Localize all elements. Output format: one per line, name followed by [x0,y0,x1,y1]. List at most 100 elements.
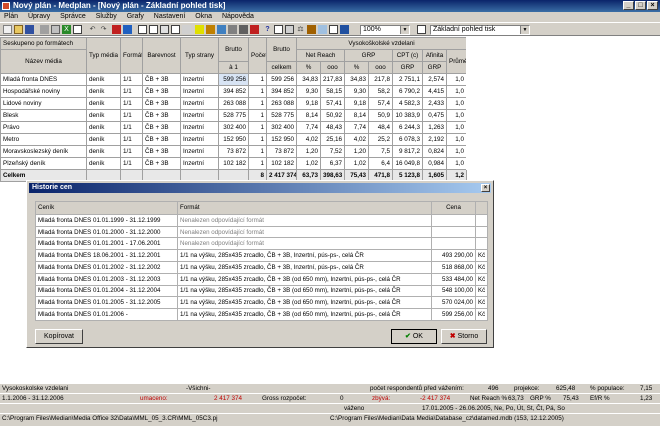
help-icon[interactable]: ? [263,25,272,34]
col-net-reach[interactable]: Net Reach [296,49,345,62]
menu-grafy[interactable]: Grafy [123,12,148,20]
col-format[interactable]: Formát [120,37,143,74]
table-cell[interactable]: 0,824 [422,145,447,158]
table-cell[interactable]: 263 088 [266,97,297,110]
list-item[interactable]: Mladá fronta DNES 01.01.1999 - 31.12.199… [35,213,488,227]
table-cell[interactable]: 152 950 [266,133,297,146]
table-cell[interactable]: 34,83 [344,73,369,86]
table-cell[interactable]: 57,4 [368,97,393,110]
table-cell[interactable]: 58,2 [368,85,393,98]
table-cell[interactable]: 1/1 [120,145,143,158]
table-cell[interactable]: Plzeňský deník [0,157,87,170]
list-item[interactable]: Mladá fronta DNES 01.01.2004 - 31.12.200… [35,284,488,298]
table-cell[interactable]: 9,18 [296,97,321,110]
table-cell[interactable]: Právo [0,121,87,134]
table-cell[interactable]: 0,475 [422,109,447,122]
save-icon[interactable] [25,25,34,34]
sheet-icon[interactable] [138,25,147,34]
table-cell[interactable]: 4,02 [296,133,321,146]
page-icon[interactable] [329,25,338,34]
table-cell[interactable]: 10 383,9 [392,109,423,122]
col-format[interactable]: Formát [177,201,432,215]
table-cell[interactable]: ČB + 3B [142,97,181,110]
table-cell[interactable]: 73 872 [218,145,249,158]
maximize-icon[interactable]: □ [635,1,646,10]
list-cell[interactable]: 518 868,00 [431,260,476,274]
undo-icon[interactable]: ↶ [88,25,97,34]
col-pricelist[interactable]: Ceník [35,201,178,215]
table-cell[interactable]: 1,20 [296,145,321,158]
table-cell[interactable]: Blesk [0,109,87,122]
list-cell[interactable]: Mladá fronta DNES 18.06.2001 - 31.12.200… [35,249,178,262]
table-cell[interactable]: 1 [248,157,267,170]
grid-icon[interactable] [123,25,132,34]
col-color[interactable]: Barevnost [142,37,181,74]
table-cell[interactable]: 599 256 [218,73,249,86]
table-cell[interactable]: 1 [248,145,267,158]
table-cell[interactable]: Inzertní [180,73,219,86]
table-cell[interactable]: 2,192 [422,133,447,146]
cancel-button[interactable]: ✖ Storno [441,329,487,344]
table-cell[interactable]: 6 790,2 [392,85,423,98]
table-cell[interactable]: 9,30 [344,85,369,98]
view-icon[interactable] [417,25,426,34]
col-type[interactable]: Typ média [86,37,121,74]
table-cell[interactable]: 1,20 [344,145,369,158]
table-cell[interactable]: 50,9 [368,109,393,122]
list-cell[interactable]: Nenalezen odpovídající formát [177,237,432,251]
table-cell[interactable]: 394 852 [218,85,249,98]
table-icon[interactable] [73,25,82,34]
table-cell[interactable]: 1,0 [445,97,468,110]
list-cell[interactable]: Mladá fronta DNES 01.01.2002 - 31.12.200… [35,260,178,274]
table-cell[interactable]: Mladá fronta DNES [0,73,87,86]
col-grp[interactable]: GRP [344,49,393,62]
table-cell[interactable]: 9,18 [344,97,369,110]
table-cell[interactable]: 1/1 [120,121,143,134]
table-cell[interactable]: deník [86,133,121,146]
table-cell[interactable]: 1/1 [120,85,143,98]
table-cell[interactable]: 1/1 [120,73,143,86]
sheet2-icon[interactable] [149,25,158,34]
table-cell[interactable]: 2 751,1 [392,73,423,86]
table-cell[interactable]: deník [86,145,121,158]
list-cell[interactable] [431,213,476,227]
table-cell[interactable]: Moravskoslezský deník [0,145,87,158]
list-icon[interactable] [160,25,169,34]
window-titlebar[interactable]: Nový plán - Medplan - [Nový plán - Zákla… [0,0,660,12]
menu-plan[interactable]: Plán [0,12,22,20]
list-cell[interactable]: 1/1 na výšku, 285x435 zrcadlo, ČB + 3B (… [177,308,432,321]
menu-nastaveni[interactable]: Nastavení [150,12,190,20]
table-cell[interactable]: 16 049,8 [392,157,423,170]
table-cell[interactable]: 9,30 [296,85,321,98]
list-cell[interactable]: Kč [475,272,488,286]
table-cell[interactable]: 6 078,3 [392,133,423,146]
table-cell[interactable]: 73 872 [266,145,297,158]
table-cell[interactable]: 528 775 [266,109,297,122]
col-gross-total[interactable]: Brutto [266,37,297,62]
list-cell[interactable]: Kč [475,249,488,262]
list-cell[interactable] [475,237,488,251]
table-cell[interactable]: ČB + 3B [142,145,181,158]
table-cell[interactable]: 1,0 [445,73,468,86]
table-cell[interactable]: 57,41 [320,97,345,110]
delete-icon[interactable] [112,25,121,34]
window-icon[interactable] [285,25,294,34]
list-cell[interactable] [431,237,476,251]
table-cell[interactable]: deník [86,109,121,122]
col-cpt[interactable]: CPT (c) [392,49,423,62]
table-cell[interactable]: 1/1 [120,97,143,110]
table-cell[interactable]: 1,0 [445,121,468,134]
preview-icon[interactable] [51,25,60,34]
table-cell[interactable]: 0,984 [422,157,447,170]
table-cell[interactable]: 1 [248,109,267,122]
list-cell[interactable]: Mladá fronta DNES 01.01.2004 - 31.12.200… [35,284,178,298]
open-icon[interactable] [14,25,23,34]
table-cell[interactable]: deník [86,157,121,170]
table-cell[interactable]: deník [86,121,121,134]
table-cell[interactable]: 1,263 [422,121,447,134]
minimize-icon[interactable]: _ [623,1,634,10]
col-gross-a[interactable]: Brutto [218,37,249,62]
table-cell[interactable]: Inzertní [180,121,219,134]
list-cell[interactable]: 493 290,00 [431,249,476,262]
table-row[interactable]: Lidové noviny deník 1/1 ČB + 3B Inzertní 263 … [0,97,468,110]
